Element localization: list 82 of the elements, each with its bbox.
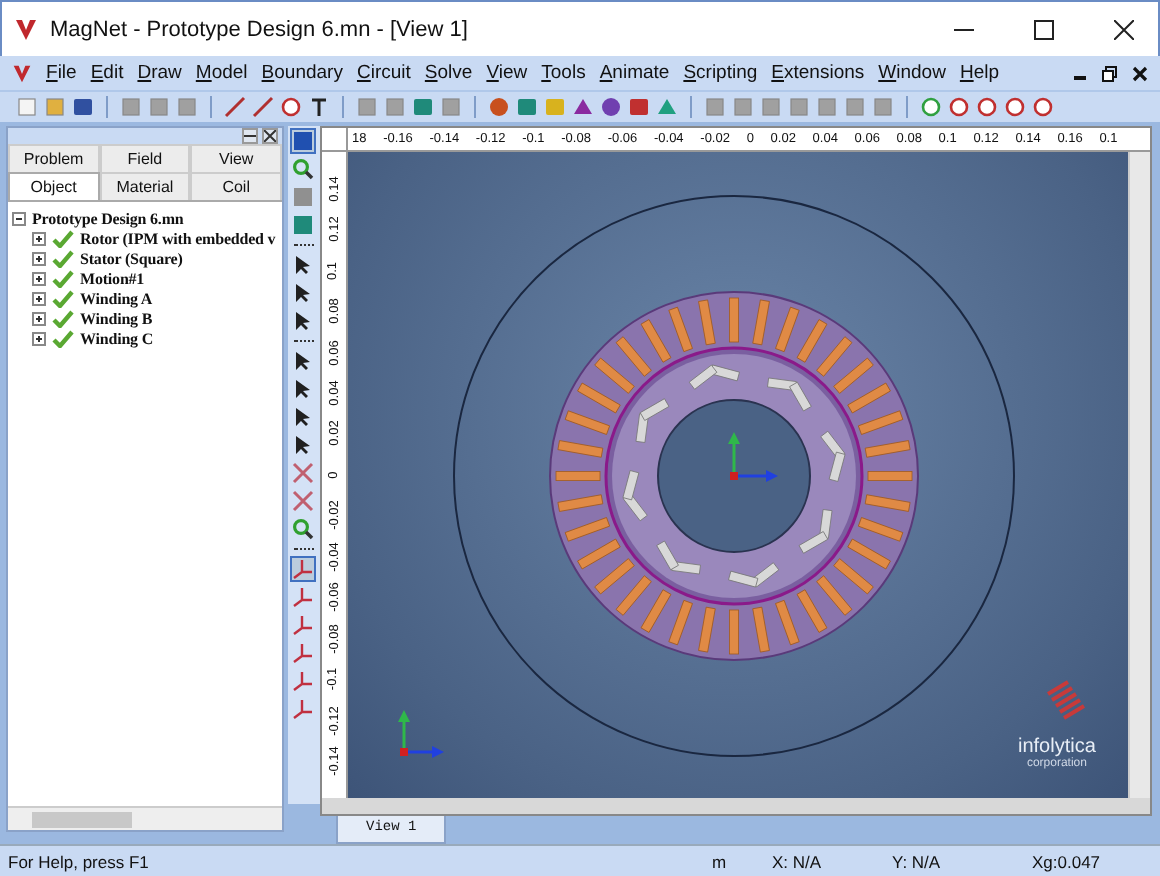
close-button[interactable]	[261, 128, 278, 144]
arc-tool-icon[interactable]	[252, 96, 274, 118]
pyramid-icon[interactable]	[656, 96, 678, 118]
panel-tab[interactable]: View	[190, 144, 282, 172]
pin-button[interactable]	[241, 128, 258, 144]
tree-item[interactable]: Stator (Square)	[80, 249, 183, 267]
status-text: X: N/A	[772, 851, 824, 871]
maximize-icon[interactable]	[1034, 19, 1054, 39]
menu-item[interactable]: Help	[959, 62, 999, 84]
coordinate-axes-icon	[728, 432, 778, 482]
panel-tab[interactable]: Coil	[190, 172, 282, 200]
panel-tab[interactable]: Field	[99, 144, 191, 172]
magnifier-icon[interactable]	[292, 518, 315, 540]
pointer-icon[interactable]	[292, 310, 315, 332]
circle-tool-icon[interactable]	[280, 96, 302, 118]
menu-item[interactable]: Tools	[541, 62, 586, 84]
horizontal-scrollbar[interactable]	[8, 806, 282, 830]
expander-icon[interactable]	[32, 251, 46, 265]
tree-item[interactable]: Prototype Design 6.mn	[32, 209, 184, 227]
app-logo-icon	[14, 17, 38, 41]
expander-icon[interactable]	[32, 291, 46, 305]
menu-item[interactable]: Window	[878, 62, 946, 84]
menu-item[interactable]: Edit	[90, 62, 124, 84]
menu-item[interactable]: Circuit	[356, 62, 411, 84]
line-tool-icon[interactable]	[224, 96, 246, 118]
horizontal-scrollbar[interactable]	[322, 798, 1150, 814]
menu-item[interactable]: File	[46, 62, 77, 84]
window-title: MagNet - Prototype Design 6.mn - [View 1]	[50, 17, 470, 41]
vertical-scrollbar[interactable]	[1128, 152, 1150, 798]
restore-icon[interactable]	[1102, 65, 1118, 81]
panel-tab[interactable]: Material	[99, 172, 191, 200]
expander-icon[interactable]	[32, 331, 46, 345]
tree-item[interactable]: Winding C	[80, 329, 154, 347]
panel-tab[interactable]: Object	[8, 172, 100, 200]
status-text: Xg:0.047	[1032, 851, 1103, 871]
pointer-icon[interactable]	[292, 350, 315, 372]
tree-item[interactable]: Winding A	[80, 289, 153, 307]
close-icon	[263, 130, 276, 142]
close-icon[interactable]	[1114, 19, 1134, 39]
menu-item[interactable]: Boundary	[261, 62, 343, 84]
close-icon[interactable]	[1132, 65, 1148, 81]
panel-tab[interactable]: Problem	[8, 144, 100, 172]
menu-item[interactable]: Solve	[424, 62, 473, 84]
company-logo-text: infolytica	[1018, 736, 1096, 758]
minus-icon	[243, 130, 256, 142]
axes-icon[interactable]	[292, 586, 315, 608]
menu-item[interactable]: Model	[195, 62, 248, 84]
pointer-icon[interactable]	[292, 254, 315, 276]
tree-item[interactable]: Motion#1	[80, 269, 145, 287]
text-tool-icon[interactable]	[308, 96, 330, 118]
pointer-icon[interactable]	[292, 434, 315, 456]
magnifier-icon[interactable]	[292, 158, 315, 180]
menu-item[interactable]: Draw	[137, 62, 182, 84]
status-text: Y: N/A	[892, 851, 943, 871]
status-text: For Help, press F1	[8, 851, 151, 871]
menu-item[interactable]: View	[486, 62, 528, 84]
expander-icon[interactable]	[32, 311, 46, 325]
axes-icon[interactable]	[292, 670, 315, 692]
menu-item[interactable]: Scripting	[683, 62, 758, 84]
expander-icon[interactable]	[32, 231, 46, 245]
cone-icon[interactable]	[572, 96, 594, 118]
company-logo-icon	[1046, 680, 1086, 720]
pointer-icon[interactable]	[292, 406, 315, 428]
status-text: m	[712, 851, 729, 871]
sphere-icon[interactable]	[488, 96, 510, 118]
axes-icon[interactable]	[292, 698, 315, 720]
app-logo-icon	[12, 63, 32, 83]
axes-icon[interactable]	[292, 558, 315, 580]
expander-icon[interactable]	[12, 211, 26, 225]
axes-icon[interactable]	[292, 614, 315, 636]
axes-icon[interactable]	[292, 642, 315, 664]
pointer-icon[interactable]	[292, 378, 315, 400]
menu-item[interactable]: Animate	[599, 62, 670, 84]
view-axes-icon	[398, 710, 444, 758]
expander-icon[interactable]	[32, 271, 46, 285]
box-icon[interactable]	[628, 96, 650, 118]
menu-item[interactable]: Extensions	[771, 62, 865, 84]
tree-item[interactable]: Rotor (IPM with embedded v	[80, 229, 276, 247]
save-icon[interactable]	[72, 96, 94, 118]
pointer-icon[interactable]	[292, 282, 315, 304]
torus-icon[interactable]	[600, 96, 622, 118]
tree-item[interactable]: Winding B	[80, 309, 153, 327]
